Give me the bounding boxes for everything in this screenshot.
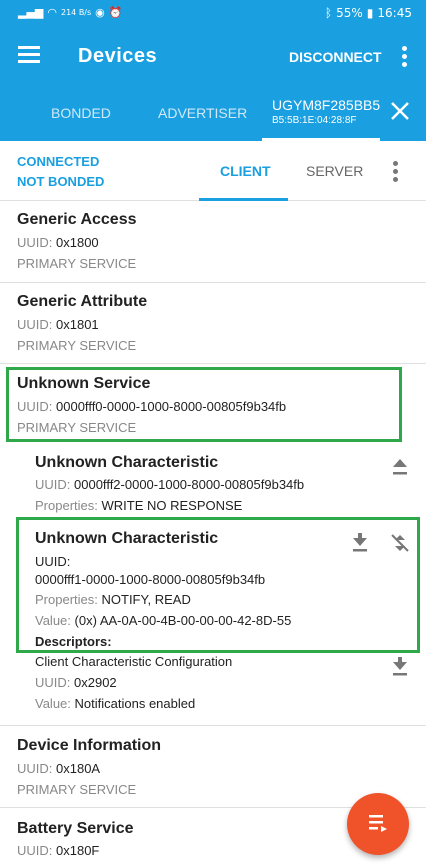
status-bar: ▂▄▆ ◠ 214 B/s ◉ ⏰ ᛒ 55% ▮ 16:45 [0,0,426,28]
read-download-icon[interactable] [389,656,411,678]
page-title: Devices [78,45,158,67]
clock: 16:45 [377,6,412,20]
menu-icon[interactable] [18,46,40,64]
descriptor-value: Value: Notifications enabled [35,696,196,711]
toolbar: Devices DISCONNECT [0,28,426,86]
service-type: PRIMARY SERVICE [17,338,137,353]
service-name: Device Information [17,737,162,754]
service-uuid: UUID: 0x180F [17,843,100,858]
characteristic-properties: Properties: WRITE NO RESPONSE [35,498,243,513]
disconnect-button[interactable]: DISCONNECT [289,49,382,65]
app-bar: ▂▄▆ ◠ 214 B/s ◉ ⏰ ᛒ 55% ▮ 16:45 Devices … [0,0,426,141]
bond-label: NOT BONDED [17,174,105,189]
descriptor-name: Client Characteristic Configuration [35,654,233,669]
battery-percent: 55% [336,6,363,20]
service-item[interactable]: Generic Access UUID: 0x1800 PRIMARY SERV… [0,201,426,283]
service-uuid: UUID: 0x1801 [17,317,99,332]
connection-bar: CONNECTED NOT BONDED CLIENT SERVER [0,141,426,201]
tab-bonded[interactable]: BONDED [51,105,111,121]
characteristic-name: Unknown Characteristic [35,454,219,471]
alarm-icon: ⏰ [108,6,123,19]
service-item[interactable]: Generic Attribute UUID: 0x1801 PRIMARY S… [0,283,426,364]
descriptor-uuid: UUID: 0x2902 [35,675,117,690]
overflow-menu-icon[interactable] [402,46,408,68]
tab-device[interactable]: UGYM8F285BB5 B5:5B:1E:04:28:8F [272,97,380,126]
highlight-box-service [6,367,402,442]
device-name: UGYM8F285BB5 [272,97,381,113]
network-speed: 214 B/s [61,8,92,17]
wifi-icon: ◠ [47,6,57,19]
battery-icon: ▮ [366,6,374,20]
connected-label: CONNECTED [17,154,100,169]
write-upload-icon[interactable] [389,456,411,478]
characteristic-uuid: UUID: 0000fff2-0000-1000-8000-00805f9b34… [35,477,305,492]
service-type: PRIMARY SERVICE [17,782,137,797]
service-type: PRIMARY SERVICE [17,256,137,271]
signal-icon: ▂▄▆ [18,6,44,19]
eye-icon: ◉ [95,6,105,19]
service-name: Generic Attribute [17,293,148,310]
service-name: Generic Access [17,211,137,228]
log-icon [369,815,387,832]
tab-server[interactable]: SERVER [306,163,363,179]
connection-status: CONNECTED NOT BONDED [17,152,104,192]
bluetooth-icon: ᛒ [324,6,333,20]
overflow-menu-icon[interactable] [393,161,398,185]
service-name: Battery Service [17,820,134,837]
tab-advertiser[interactable]: ADVERTISER [158,105,247,121]
device-address: B5:5B:1E:04:28:8F [272,115,357,126]
highlight-box-characteristic [16,517,420,653]
service-uuid: UUID: 0x1800 [17,235,99,250]
tab-client[interactable]: CLIENT [220,163,271,179]
device-tabs: BONDED ADVERTISER UGYM8F285BB5 B5:5B:1E:… [0,86,426,141]
service-uuid: UUID: 0x180A [17,761,101,776]
close-icon[interactable] [389,100,411,122]
log-fab-button[interactable] [347,793,409,855]
